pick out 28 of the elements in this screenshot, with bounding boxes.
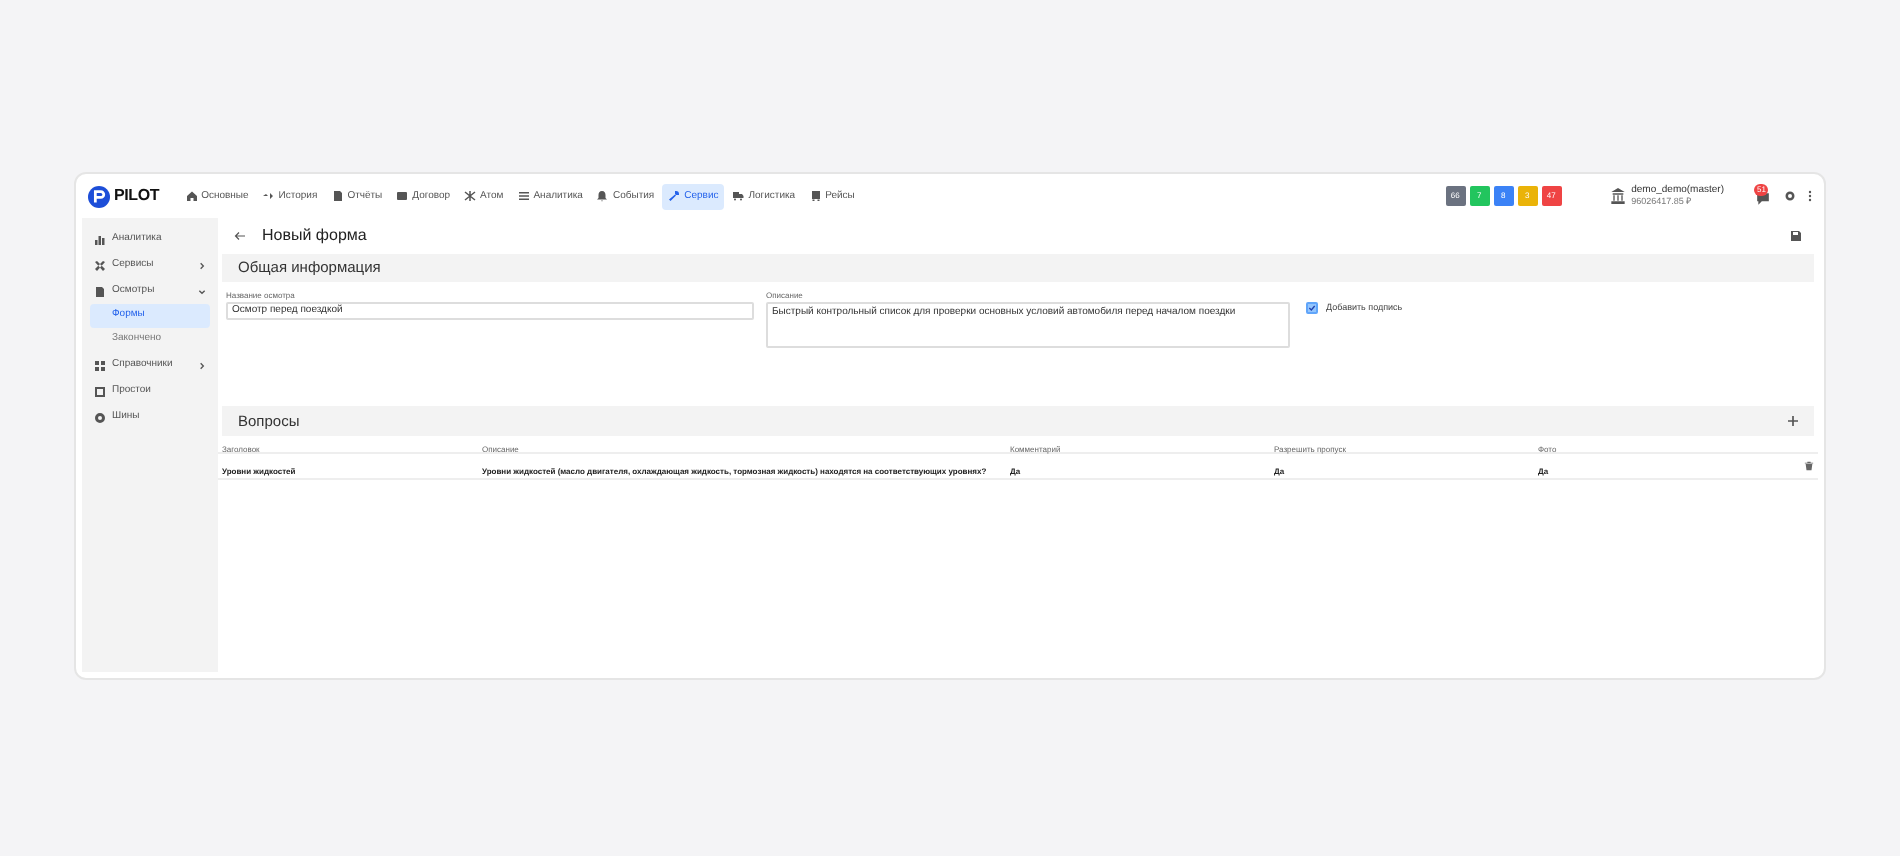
page-title: Новый форма: [262, 224, 369, 248]
grid-icon: [94, 359, 106, 371]
document-icon: [331, 190, 344, 202]
chevron-icon: [198, 361, 206, 369]
list-icon: [517, 190, 530, 202]
settings-icon[interactable]: [1784, 190, 1796, 202]
checkbox[interactable]: [1306, 302, 1318, 314]
back-arrow-icon[interactable]: [234, 230, 246, 242]
document-icon: [94, 285, 106, 297]
wrench-icon: [668, 190, 681, 202]
building-icon: [1609, 188, 1626, 204]
chevron-icon: [198, 287, 206, 295]
logo-icon: [88, 185, 110, 207]
tire-icon: [94, 411, 106, 423]
check-icon: [1308, 304, 1316, 312]
add-icon[interactable]: [1788, 416, 1798, 426]
chevron-icon: [198, 261, 206, 269]
logo-text: PILOT: [114, 184, 160, 208]
card-icon: [396, 190, 409, 202]
bell-icon: [596, 190, 609, 202]
bus-icon: [809, 190, 822, 202]
bar-chart-icon: [94, 233, 106, 245]
trash-icon[interactable]: [1804, 460, 1814, 472]
cross-icon: [464, 190, 477, 202]
house-icon: [185, 190, 198, 202]
truck-icon: [732, 190, 745, 202]
save-icon[interactable]: [1790, 230, 1802, 242]
arrows-icon: [262, 190, 275, 202]
